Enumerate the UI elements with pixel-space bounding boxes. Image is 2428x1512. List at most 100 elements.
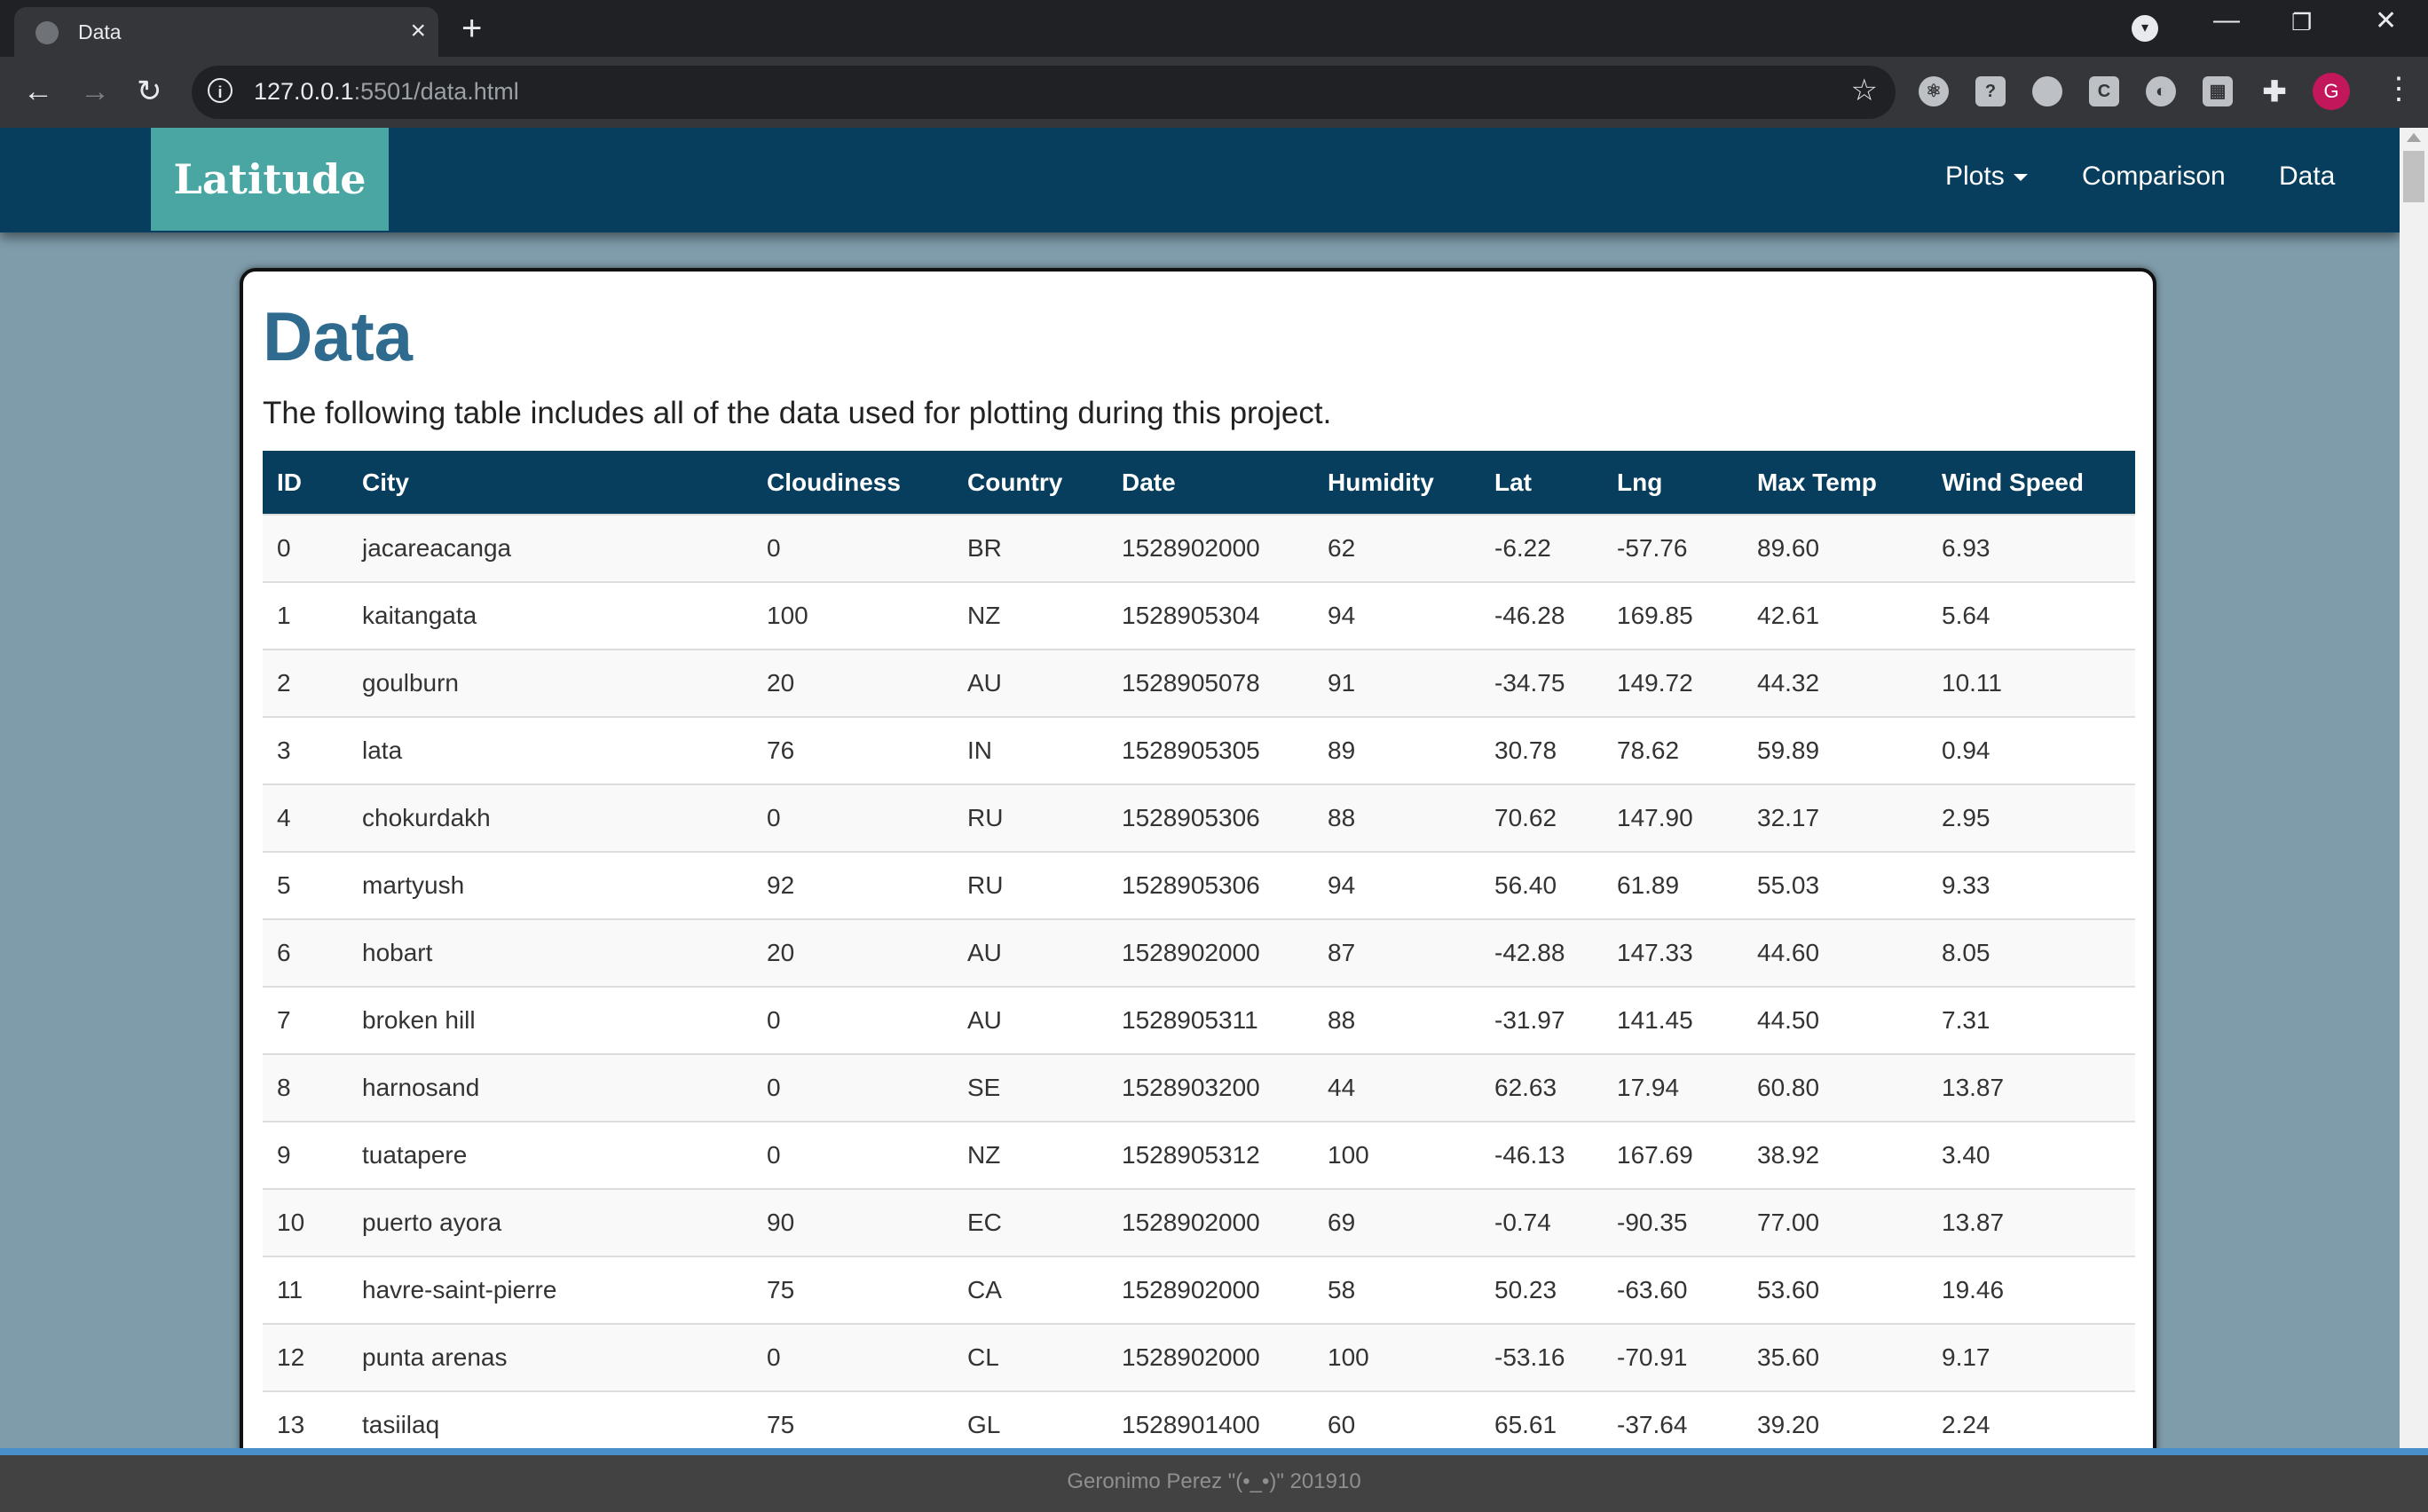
table-cell: 56.40 xyxy=(1480,851,1603,919)
column-header: Humidity xyxy=(1328,468,1434,496)
column-header: Wind Speed xyxy=(1942,468,2084,496)
table-cell: 30.78 xyxy=(1480,716,1603,784)
table-cell: 58 xyxy=(1313,1256,1480,1324)
table-cell: RU xyxy=(953,851,1108,919)
table-row: 1 kaitangata 100 NZ 1528905304 94 -46.28 169.85… xyxy=(263,581,2135,650)
chat-extension-icon[interactable] xyxy=(2032,76,2062,106)
table-cell: 39.20 xyxy=(1743,1390,1927,1448)
table-cell: 141.45 xyxy=(1603,986,1743,1054)
close-tab-icon[interactable]: × xyxy=(410,16,426,46)
brand-logo[interactable]: Latitude xyxy=(151,128,389,231)
column-header: Country xyxy=(967,468,1063,496)
globe-icon xyxy=(35,21,59,44)
table-cell: broken hill xyxy=(348,986,753,1054)
table-row: 4 chokurdakh 0 RU 1528905306 88 70.62 147.90 32.… xyxy=(263,784,2135,852)
table-cell: 62.63 xyxy=(1480,1053,1603,1122)
browser-tabbar: Data × + ▾ — ❐ ✕ xyxy=(0,0,2428,57)
table-row: 0 jacareacanga 0 BR 1528902000 62 -6.22 -57.76 8… xyxy=(263,514,2135,582)
table-cell: 0 xyxy=(263,514,348,582)
extensions-puzzle-icon[interactable]: ✚ xyxy=(2259,76,2290,106)
avatar[interactable]: G xyxy=(2313,73,2350,110)
table-cell: 1528902000 xyxy=(1108,1323,1313,1391)
table-cell: 69 xyxy=(1313,1188,1480,1256)
data-table: ID City Cloudiness Country Date Humidity Lat Ln… xyxy=(263,451,2135,1448)
table-cell: 147.90 xyxy=(1603,784,1743,852)
column-header: Cloudiness xyxy=(767,468,901,496)
table-cell: 88 xyxy=(1313,784,1480,852)
table-cell: CL xyxy=(953,1323,1108,1391)
table-cell: 0 xyxy=(753,1121,953,1189)
page-title: Data xyxy=(263,297,414,375)
table-cell: 89.60 xyxy=(1743,514,1927,582)
table-cell: 44.60 xyxy=(1743,918,1927,987)
react-devtools-icon[interactable]: ⚛ xyxy=(1919,76,1949,106)
table-cell: 10.11 xyxy=(1927,649,2135,717)
nav-plots-dropdown[interactable]: Plots xyxy=(1945,161,2028,192)
table-cell: puerto ayora xyxy=(348,1188,753,1256)
forward-icon[interactable]: → xyxy=(80,69,110,114)
table-cell: 53.60 xyxy=(1743,1256,1927,1324)
column-header: ID xyxy=(277,468,302,496)
new-tab-icon[interactable]: + xyxy=(461,7,482,50)
tab-title: Data xyxy=(78,20,122,43)
table-cell: EC xyxy=(953,1188,1108,1256)
table-cell: 78.62 xyxy=(1603,716,1743,784)
table-cell: 75 xyxy=(753,1256,953,1324)
table-cell: 50.23 xyxy=(1480,1256,1603,1324)
table-header-row: ID City Cloudiness Country Date Humidity Lat Ln… xyxy=(263,451,2135,515)
help-extension-icon[interactable]: ? xyxy=(1975,76,2006,106)
column-header: Max Temp xyxy=(1757,468,1877,496)
table-row: 11 havre-saint-pierre 75 CA 1528902000 58 50.2… xyxy=(263,1256,2135,1324)
table-cell: tuatapere xyxy=(348,1121,753,1189)
back-icon[interactable]: ← xyxy=(23,69,53,114)
table-cell: 76 xyxy=(753,716,953,784)
table-cell: -46.13 xyxy=(1480,1121,1603,1189)
tab-search-icon[interactable]: ▾ xyxy=(2132,15,2158,42)
table-row: 5 martyush 92 RU 1528905306 94 56.40 61.89 55.03… xyxy=(263,851,2135,919)
table-cell: -70.91 xyxy=(1603,1323,1743,1391)
nav-data[interactable]: Data xyxy=(2279,161,2335,192)
bookmark-star-icon[interactable]: ☆ xyxy=(1851,73,1878,108)
restore-icon[interactable]: ❐ xyxy=(2291,9,2312,36)
browser-menu-icon[interactable]: ⋮ xyxy=(2384,71,2414,106)
table-cell: 94 xyxy=(1313,581,1480,650)
table-cell: 1528902000 xyxy=(1108,918,1313,987)
table-cell: -46.28 xyxy=(1480,581,1603,650)
circle-extension-icon[interactable]: ◐ xyxy=(2146,76,2176,106)
table-cell: 5.64 xyxy=(1927,581,2135,650)
table-header: ID City Cloudiness Country Date Humidity Lat Ln… xyxy=(263,451,2135,515)
table-cell: 87 xyxy=(1313,918,1480,987)
address-bar[interactable]: i 127.0.0.1:5501/data.html ☆ xyxy=(192,66,1896,119)
reload-icon[interactable]: ↻ xyxy=(137,69,162,114)
table-cell: 60.80 xyxy=(1743,1053,1927,1122)
table-cell: goulburn xyxy=(348,649,753,717)
table-cell: 100 xyxy=(753,581,953,650)
site-info-icon[interactable]: i xyxy=(208,78,233,103)
table-cell: 0 xyxy=(753,986,953,1054)
table-cell: 44.32 xyxy=(1743,649,1927,717)
table-cell: 32.17 xyxy=(1743,784,1927,852)
table-cell: kaitangata xyxy=(348,581,753,650)
close-window-icon[interactable]: ✕ xyxy=(2375,5,2397,36)
site-navbar: Latitude Plots Comparison Data xyxy=(0,128,2400,232)
table-cell: 1528905312 xyxy=(1108,1121,1313,1189)
browser-tab[interactable]: Data × xyxy=(14,7,438,57)
c-extension-icon[interactable]: C xyxy=(2089,76,2119,106)
table-cell: 0 xyxy=(753,1053,953,1122)
table-cell: 0.94 xyxy=(1927,716,2135,784)
table-cell: 3.40 xyxy=(1927,1121,2135,1189)
minimize-icon[interactable]: — xyxy=(2213,5,2240,35)
table-cell: 1528902000 xyxy=(1108,514,1313,582)
nav-comparison[interactable]: Comparison xyxy=(2082,161,2226,192)
scroll-up-icon[interactable] xyxy=(2407,133,2421,142)
table-cell: 94 xyxy=(1313,851,1480,919)
table-cell: 61.89 xyxy=(1603,851,1743,919)
footer-text: Geronimo Perez "(•_•)" 201910 xyxy=(1067,1469,1361,1493)
scrollbar-thumb[interactable] xyxy=(2403,151,2424,202)
table-cell: 1528905311 xyxy=(1108,986,1313,1054)
table-cell: 19.46 xyxy=(1927,1256,2135,1324)
table-cell: BR xyxy=(953,514,1108,582)
table-cell: -0.74 xyxy=(1480,1188,1603,1256)
image-extension-icon[interactable]: ▦ xyxy=(2203,76,2233,106)
page-scrollbar[interactable] xyxy=(2400,128,2428,1448)
